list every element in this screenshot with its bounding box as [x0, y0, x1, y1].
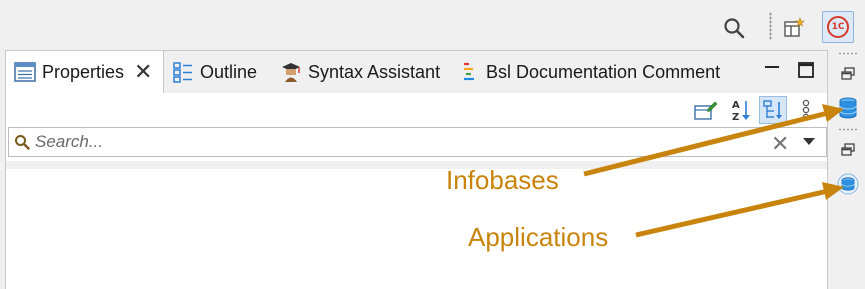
search-field[interactable]: ✕: [8, 127, 827, 157]
close-icon[interactable]: ✕: [134, 61, 152, 83]
infobases-callout: Infobases: [446, 165, 559, 195]
view-stack: Properties ✕ Outline Syntax Assistant Bs…: [5, 50, 828, 289]
search-icon: [724, 18, 745, 39]
database-icon: [839, 97, 857, 119]
svg-text:Z: Z: [732, 112, 739, 122]
minimize-icon: [765, 66, 779, 68]
search-icon: [9, 134, 35, 150]
advanced-properties-icon: [802, 99, 810, 121]
tab-label: Syntax Assistant: [308, 61, 441, 82]
sort-az-icon: A Z: [732, 100, 750, 122]
tab-label: Bsl Documentation Comment: [486, 61, 721, 82]
maximize-button[interactable]: [795, 59, 817, 81]
minimize-button[interactable]: [761, 59, 783, 81]
view-toolbar: A Z: [6, 93, 827, 127]
clear-search-icon[interactable]: ✕: [771, 131, 789, 157]
app-perspective-button[interactable]: 1C: [822, 11, 854, 43]
search-options-dropdown-icon[interactable]: [803, 138, 815, 145]
restore-icon: [841, 67, 855, 80]
edit-button[interactable]: [692, 96, 720, 124]
trim-handle[interactable]: [838, 128, 858, 131]
show-advanced-button[interactable]: [796, 96, 816, 124]
sort-alphabetically-button[interactable]: A Z: [726, 96, 754, 124]
bsl-doc-comment-icon: [458, 61, 480, 83]
view-tabs: Properties ✕ Outline Syntax Assistant Bs…: [6, 51, 827, 93]
trim-handle[interactable]: [838, 52, 858, 55]
tab-bsl-documentation-comment[interactable]: Bsl Documentation Comment: [458, 51, 720, 93]
tab-label: Properties: [42, 61, 125, 82]
infobases-view-button[interactable]: [836, 96, 860, 120]
categorize-button[interactable]: [759, 96, 787, 124]
maximize-icon: [798, 62, 814, 78]
main-toolbar: 1C: [0, 0, 865, 46]
search-input[interactable]: [35, 132, 735, 152]
restore-icon: [841, 143, 855, 156]
applications-view-button[interactable]: [836, 172, 860, 196]
restore-infobases-button[interactable]: [836, 62, 860, 86]
eclipse-window: 1C Properties ✕ Outline Syntax Assistant…: [0, 0, 865, 289]
categories-icon: [763, 100, 782, 119]
properties-content-header: [6, 161, 827, 169]
restore-applications-button[interactable]: [836, 138, 860, 162]
open-perspective-icon: [784, 17, 805, 37]
properties-icon: [14, 61, 36, 83]
syntax-assistant-icon: [280, 61, 302, 83]
edit-icon: [694, 101, 718, 120]
search-button[interactable]: [720, 14, 748, 42]
toolbar-separator: [769, 12, 772, 40]
app-logo-icon: 1C: [827, 16, 849, 38]
tab-syntax-assistant[interactable]: Syntax Assistant: [280, 51, 440, 93]
open-perspective-button[interactable]: [780, 14, 808, 42]
tab-properties[interactable]: Properties ✕: [6, 51, 164, 93]
tab-label: Outline: [200, 61, 258, 82]
applications-callout: Applications: [468, 222, 609, 252]
tab-outline[interactable]: Outline: [172, 51, 257, 93]
outline-icon: [172, 61, 194, 83]
application-icon: [837, 173, 859, 195]
svg-text:A: A: [732, 100, 740, 111]
